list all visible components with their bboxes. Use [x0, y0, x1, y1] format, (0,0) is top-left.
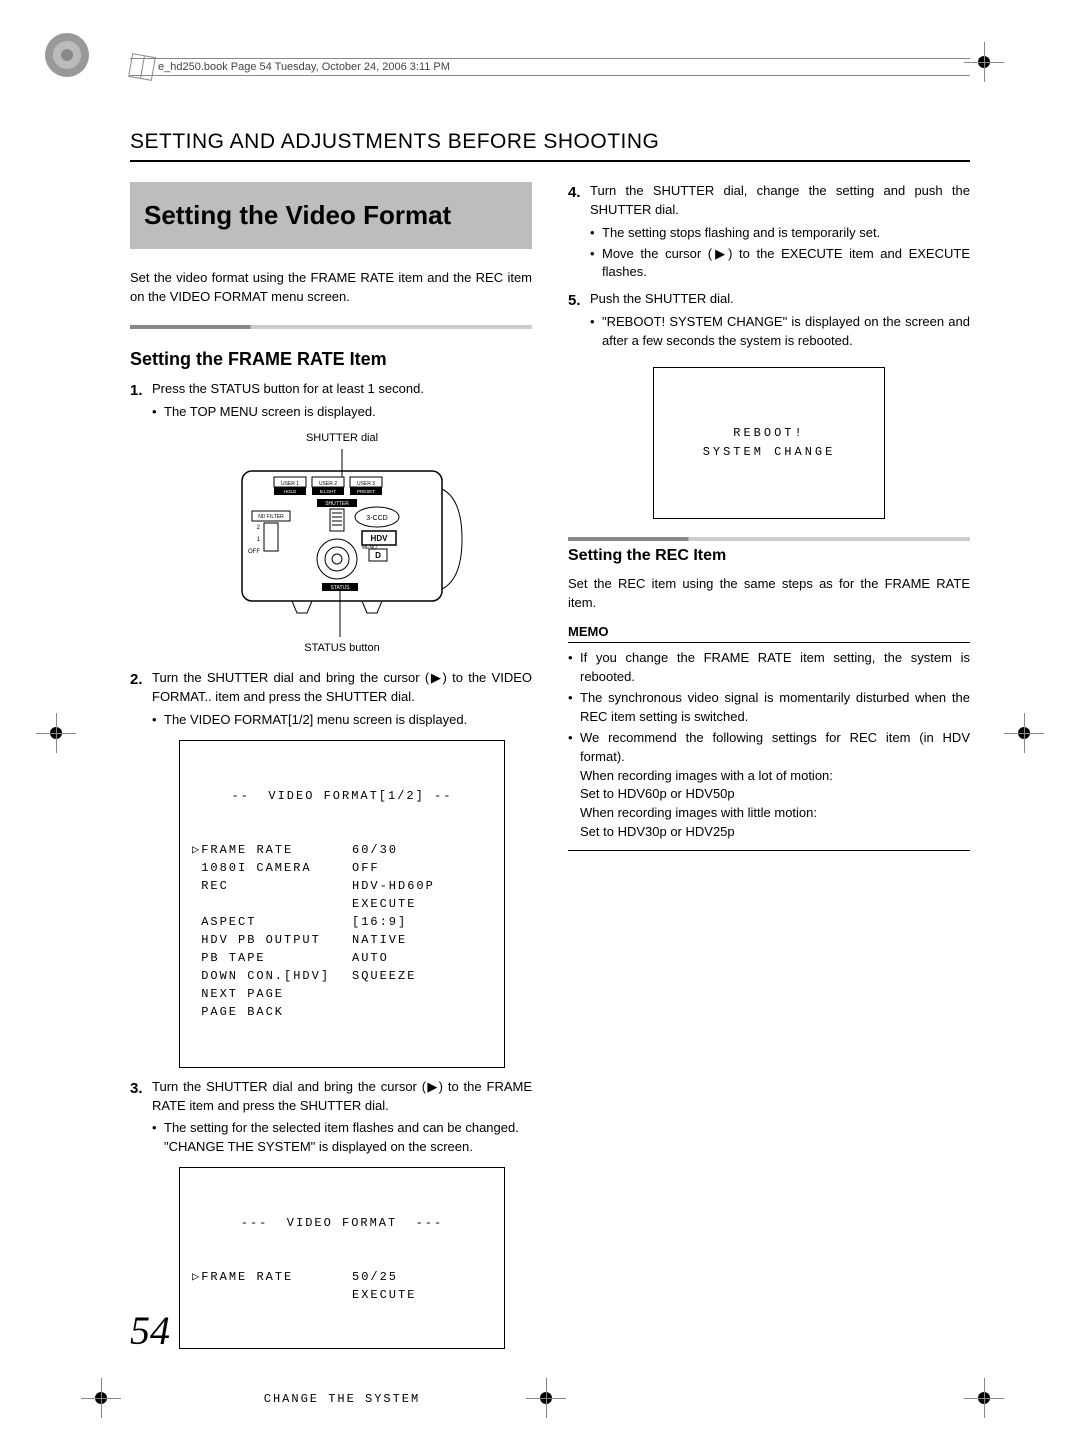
steps-list-right: Turn the SHUTTER dial, change the settin… — [568, 182, 970, 351]
menu1-title: -- VIDEO FORMAT[1/2] -- — [192, 787, 492, 805]
crop-mark-tl — [45, 33, 89, 77]
step-4-text: Turn the SHUTTER dial, change the settin… — [590, 183, 970, 217]
crop-mark-bl — [95, 1392, 107, 1404]
step-1-text: Press the STATUS button for at least 1 s… — [152, 381, 424, 396]
svg-text:PRESET: PRESET — [357, 489, 375, 494]
step-4-bullet-2: Move the cursor (▶) to the EXECUTE item … — [590, 245, 970, 283]
step-2-text: Turn the SHUTTER dial and bring the curs… — [152, 670, 532, 704]
subheading-rec: Setting the REC Item — [568, 547, 970, 565]
page-title: Setting the Video Format — [144, 200, 518, 231]
memo-bottom-rule — [568, 850, 970, 851]
diagram-label-bottom: STATUS button — [212, 641, 472, 657]
subheading-frame-rate: Setting the FRAME RATE Item — [130, 349, 532, 370]
svg-text:MENU: MENU — [362, 545, 377, 551]
right-column: Turn the SHUTTER dial, change the settin… — [568, 182, 970, 1359]
svg-text:HDV: HDV — [371, 534, 389, 543]
crop-mark-mr — [1018, 727, 1030, 739]
memo-3: We recommend the following settings for … — [568, 729, 970, 842]
step-5-text: Push the SHUTTER dial. — [590, 291, 734, 306]
crop-mark-tr — [978, 56, 990, 68]
reboot-line-2: SYSTEM CHANGE — [703, 443, 836, 462]
menu2-msg: CHANGE THE SYSTEM — [192, 1390, 492, 1408]
divider-bar-2 — [568, 537, 970, 541]
left-column: Setting the Video Format Set the video f… — [130, 182, 532, 1359]
svg-text:2: 2 — [257, 525, 261, 531]
step-1-bullet: The TOP MENU screen is displayed. — [152, 403, 532, 422]
svg-text:USER 2: USER 2 — [319, 481, 337, 487]
memo-list: If you change the FRAME RATE item settin… — [568, 649, 970, 841]
section-header: SETTING AND ADJUSTMENTS BEFORE SHOOTING — [130, 130, 970, 162]
svg-text:USER 3: USER 3 — [357, 481, 375, 487]
camera-illustration: USER 1 USER 2 USER 3 HOLD B.LGHT PRESET … — [212, 449, 472, 639]
diagram-label-top: SHUTTER dial — [212, 431, 472, 447]
svg-text:USER 1: USER 1 — [281, 481, 299, 487]
camera-diagram: SHUTTER dial USER 1 USER 2 USER 3 — [212, 431, 472, 657]
steps-list-left: Press the STATUS button for at least 1 s… — [130, 380, 532, 1349]
divider-bar — [130, 325, 532, 329]
memo-heading: MEMO — [568, 624, 970, 643]
step-1: Press the STATUS button for at least 1 s… — [130, 380, 532, 658]
book-meta-text: e_hd250.book Page 54 Tuesday, October 24… — [158, 61, 450, 73]
memo-2: The synchronous video signal is momentar… — [568, 689, 970, 727]
crop-mark-br — [978, 1392, 990, 1404]
book-meta-line: e_hd250.book Page 54 Tuesday, October 24… — [130, 58, 970, 76]
svg-text:ND FILTER: ND FILTER — [258, 514, 284, 520]
reboot-screen: REBOOT! SYSTEM CHANGE — [653, 367, 885, 519]
rec-intro: Set the REC item using the same steps as… — [568, 575, 970, 613]
step-3: Turn the SHUTTER dial and bring the curs… — [130, 1078, 532, 1349]
crop-mark-mb — [540, 1392, 552, 1404]
svg-text:HOLD: HOLD — [284, 489, 297, 494]
menu-screen-2: --- VIDEO FORMAT --- FRAME RATE50/25EXEC… — [179, 1167, 505, 1349]
two-column-layout: Setting the Video Format Set the video f… — [130, 182, 970, 1359]
step-2-bullet: The VIDEO FORMAT[1/2] menu screen is dis… — [152, 711, 532, 730]
svg-text:B.LGHT: B.LGHT — [320, 489, 337, 494]
svg-text:SHUTTER: SHUTTER — [325, 501, 349, 507]
step-3-bullet-1: The setting for the selected item flashe… — [152, 1119, 532, 1157]
memo-1: If you change the FRAME RATE item settin… — [568, 649, 970, 687]
page-number: 54 — [130, 1307, 170, 1354]
page-title-block: Setting the Video Format — [130, 182, 532, 249]
step-4-bullet-1: The setting stops flashing and is tempor… — [590, 224, 970, 243]
intro-paragraph: Set the video format using the FRAME RAT… — [130, 269, 532, 307]
svg-text:3-CCD: 3-CCD — [366, 515, 387, 522]
menu-screen-1: -- VIDEO FORMAT[1/2] -- FRAME RATE60/30 … — [179, 740, 505, 1068]
svg-text:STATUS: STATUS — [331, 585, 351, 591]
step-2: Turn the SHUTTER dial and bring the curs… — [130, 669, 532, 1068]
svg-text:1: 1 — [257, 537, 261, 543]
reboot-line-1: REBOOT! — [733, 424, 804, 443]
step-5: Push the SHUTTER dial. "REBOOT! SYSTEM C… — [568, 290, 970, 351]
svg-text:D: D — [375, 551, 381, 560]
book-icon — [128, 53, 156, 81]
step-4: Turn the SHUTTER dial, change the settin… — [568, 182, 970, 282]
menu2-title: --- VIDEO FORMAT --- — [192, 1214, 492, 1232]
crop-mark-ml — [50, 727, 62, 739]
svg-text:OFF: OFF — [248, 549, 260, 555]
step-3-text: Turn the SHUTTER dial and bring the curs… — [152, 1079, 532, 1113]
step-5-bullet-1: "REBOOT! SYSTEM CHANGE" is displayed on … — [590, 313, 970, 351]
